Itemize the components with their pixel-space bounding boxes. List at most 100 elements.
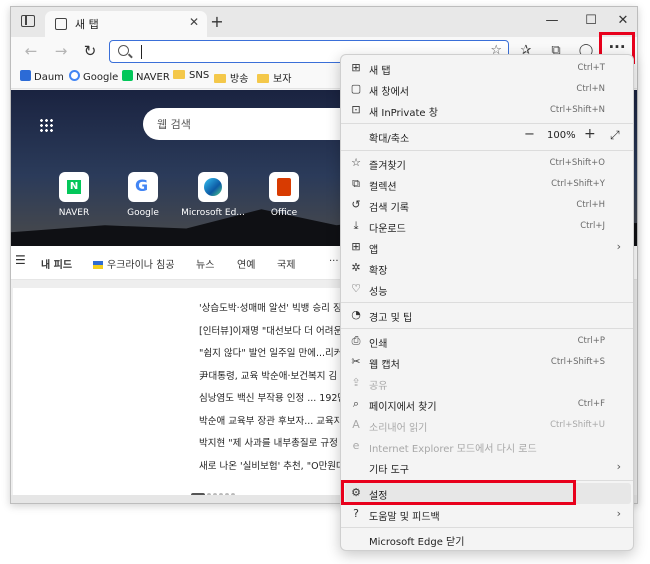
minimize-button[interactable]: — xyxy=(542,13,562,28)
menu-item-ie-mode[interactable]: e Internet Explorer 모드에서 다시 로드 xyxy=(341,436,633,457)
headline-link[interactable]: '상습도박·성매매 알선' 빅뱅 승리 징 xyxy=(199,300,349,314)
apps-icon: ⊞ xyxy=(351,240,361,253)
app-launcher-icon[interactable] xyxy=(39,118,53,132)
bookmark-google[interactable]: Google xyxy=(69,70,118,83)
tab-actions-icon[interactable] xyxy=(21,15,35,27)
refresh-icon[interactable]: ↻ xyxy=(80,42,100,60)
menu-item-print[interactable]: ⎙ 인쇄 Ctrl+P xyxy=(341,331,633,352)
find-icon: ⌕ xyxy=(352,397,360,410)
feed-tab-world[interactable]: 국제 xyxy=(277,256,295,271)
menu-item-new-window[interactable]: ▢ 새 창에서 Ctrl+N xyxy=(341,79,633,100)
hamburger-menu-icon[interactable]: ☰ xyxy=(15,253,26,267)
more-tools-icon xyxy=(350,461,362,473)
bookmark-naver[interactable]: NAVER xyxy=(122,70,170,83)
title-bar: 새 탭 ✕ + — ☐ ✕ xyxy=(11,7,637,37)
new-tab-button[interactable]: + xyxy=(207,12,227,31)
ie-mode-icon: e xyxy=(352,439,360,452)
zoom-in-button[interactable]: + xyxy=(584,126,596,142)
top-stories-card: '상습도박·성매매 알선' 빅뱅 승리 징 [인터뷰]이재명 "대선보다 더 어… xyxy=(13,288,348,498)
bookmark-folder-broadcast[interactable]: 방송 xyxy=(214,70,248,85)
feed-tab-my-feed[interactable]: 내 피드 xyxy=(41,256,72,271)
extensions-icon: ✲ xyxy=(351,261,361,274)
search-icon xyxy=(118,45,129,56)
download-icon: ⤓ xyxy=(353,219,359,232)
share-icon: ⇪ xyxy=(351,376,361,389)
headline-link[interactable]: "쉽지 않다" 발언 일주일 만에...리커 xyxy=(199,345,349,359)
naver-icon: N xyxy=(59,172,89,202)
window-close-button[interactable]: ✕ xyxy=(613,13,633,28)
back-icon[interactable]: ← xyxy=(21,42,41,60)
chevron-right-icon: › xyxy=(616,507,621,520)
ukraine-flag-icon xyxy=(93,261,103,269)
menu-item-new-tab[interactable]: ⊞ 새 탭 Ctrl+T xyxy=(341,58,633,79)
headline-link[interactable]: [인터뷰]이재명 "대선보다 더 어려운 xyxy=(199,323,349,337)
zoom-out-button[interactable]: − xyxy=(524,127,535,142)
feed-tab-entertainment[interactable]: 연예 xyxy=(237,256,255,271)
quick-link-office[interactable]: Office xyxy=(244,172,324,218)
text-caret xyxy=(141,45,142,59)
web-capture-icon: ✂ xyxy=(351,355,361,368)
forward-icon[interactable]: → xyxy=(51,42,71,60)
headline-link[interactable]: 박순애 교육부 장관 후보자... 교육자 xyxy=(199,413,349,427)
settings-and-more-menu: ⊞ 새 탭 Ctrl+T ▢ 새 창에서 Ctrl+N ⊡ 새 InPrivate 창 Ct… xyxy=(340,54,634,551)
folder-icon xyxy=(214,74,226,83)
naver-icon xyxy=(122,70,133,81)
bookmark-daum[interactable]: Daum xyxy=(20,70,64,83)
menu-divider xyxy=(341,527,633,528)
headline-link[interactable]: 심낭염도 백신 부작용 인정 ... 192만 xyxy=(199,390,349,404)
menu-item-help-feedback[interactable]: ? 도움말 및 피드백 › xyxy=(341,504,633,525)
daum-icon xyxy=(20,70,31,81)
bookmark-folder-boja[interactable]: 보자 xyxy=(257,70,291,85)
feed-tab-news[interactable]: 뉴스 xyxy=(196,256,214,271)
headline-link[interactable]: 尹대통령, 교육 박순애·보건복지 김 xyxy=(199,368,349,382)
google-icon: G xyxy=(128,172,158,202)
fullscreen-icon[interactable]: ⤢ xyxy=(610,128,620,143)
menu-item-history[interactable]: ↺ 검색 기록 Ctrl+H xyxy=(341,195,633,216)
quick-link-google[interactable]: G Google xyxy=(103,172,183,218)
web-search-placeholder: 웹 검색 xyxy=(157,118,191,131)
performance-icon: ♡ xyxy=(351,282,361,295)
feed-tab-ukraine[interactable]: 우크라이나 침공 xyxy=(93,256,175,271)
menu-item-read-aloud[interactable]: A 소리내어 읽기 Ctrl+Shift+U xyxy=(341,415,633,436)
menu-divider xyxy=(341,123,633,124)
bell-icon: ◔ xyxy=(351,308,361,321)
quick-link-edge[interactable]: Microsoft Ed... xyxy=(173,172,253,218)
menu-item-alerts-tips[interactable]: ◔ 경고 및 팁 xyxy=(341,305,633,326)
headline-link[interactable]: 새로 나온 '실비보험' 추천, "O만원대 xyxy=(199,458,349,472)
menu-item-web-capture[interactable]: ✂ 웹 캡처 Ctrl+Shift+S xyxy=(341,352,633,373)
new-tab-icon: ⊞ xyxy=(351,61,361,74)
feed-more-tabs[interactable]: ··· xyxy=(329,256,339,267)
bookmark-folder-sns[interactable]: SNS xyxy=(173,70,209,81)
tab-close-icon[interactable]: ✕ xyxy=(189,15,199,29)
chevron-right-icon: › xyxy=(616,240,621,253)
menu-item-apps[interactable]: ⊞ 앱 › xyxy=(341,237,633,258)
menu-item-collections[interactable]: ⧉ 컬렉션 Ctrl+Shift+Y xyxy=(341,174,633,195)
menu-item-share[interactable]: ⇪ 공유 xyxy=(341,373,633,394)
menu-item-favorites[interactable]: ☆ 즐겨찾기 Ctrl+Shift+O xyxy=(341,153,633,174)
menu-item-more-tools[interactable]: 기타 도구 › xyxy=(341,457,633,478)
quick-link-naver[interactable]: N NAVER xyxy=(34,172,114,218)
new-window-icon: ▢ xyxy=(350,82,362,95)
read-aloud-icon: A xyxy=(352,418,360,431)
headline-link[interactable]: 박지현 "제 사과를 내부총질로 규정 xyxy=(199,435,349,449)
help-icon: ? xyxy=(353,507,359,520)
menu-item-find-on-page[interactable]: ⌕ 페이지에서 찾기 Ctrl+F xyxy=(341,394,633,415)
menu-item-new-inprivate[interactable]: ⊡ 새 InPrivate 창 Ctrl+Shift+N xyxy=(341,100,633,121)
tab-new-tab[interactable]: 새 탭 ✕ xyxy=(45,11,207,37)
menu-divider xyxy=(341,150,633,151)
zoom-level: 100% xyxy=(547,130,576,141)
favorites-icon: ☆ xyxy=(351,156,361,169)
menu-divider xyxy=(341,302,633,303)
inprivate-icon: ⊡ xyxy=(351,103,361,116)
office-icon xyxy=(269,172,299,202)
folder-icon xyxy=(257,74,269,83)
maximize-button[interactable]: ☐ xyxy=(581,13,601,28)
settings-item-highlight xyxy=(341,480,576,505)
print-icon: ⎙ xyxy=(351,334,361,347)
menu-item-extensions[interactable]: ✲ 확장 xyxy=(341,258,633,279)
menu-item-close-edge[interactable]: Microsoft Edge 닫기 xyxy=(341,529,633,550)
menu-item-downloads[interactable]: ⤓ 다운로드 Ctrl+J xyxy=(341,216,633,237)
menu-item-performance[interactable]: ♡ 성능 xyxy=(341,279,633,300)
web-search-box[interactable]: 웹 검색 xyxy=(143,108,363,140)
edge-icon xyxy=(198,172,228,202)
